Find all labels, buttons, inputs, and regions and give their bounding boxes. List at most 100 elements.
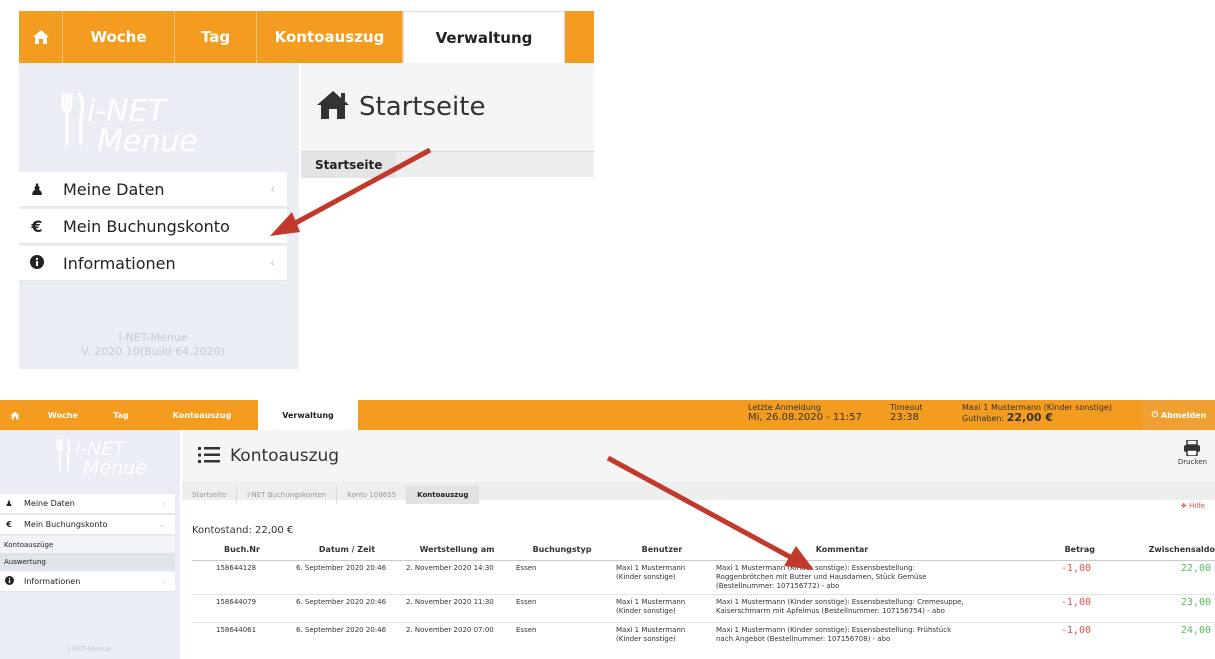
- page-title-text: Kontoauszug: [230, 446, 340, 466]
- cell-saldo: 24,00: [1095, 621, 1215, 650]
- breadcrumb-konto[interactable]: Konto 108655: [337, 486, 408, 504]
- timeout-value: 23:38: [890, 412, 919, 423]
- power-icon: ⏻: [1151, 410, 1159, 419]
- nav-tag[interactable]: Tag: [96, 400, 146, 430]
- sidebar-item-mein-buchungskonto[interactable]: € Mein Buchungskonto ⌄: [0, 515, 175, 535]
- nav-kontoauszug[interactable]: Kontoauszug: [146, 400, 258, 430]
- brand-logo: i-NET Menue: [87, 97, 198, 157]
- submenu-kontoauszuege[interactable]: Kontoauszüge: [0, 536, 175, 553]
- sidebar: i-NET Menue ♟ Meine Daten ‹ € Mein Buchu…: [19, 63, 299, 369]
- cell-nr: 158644061: [192, 621, 292, 650]
- cell-amount: -1,00: [972, 621, 1095, 650]
- submenu-auswertung[interactable]: Auswertung: [0, 553, 175, 570]
- sidebar-item-label: Informationen: [63, 253, 176, 273]
- column-header[interactable]: Buchungstyp: [512, 540, 612, 561]
- main-nav: Woche Tag Kontoauszug Verwaltung: [19, 11, 594, 63]
- cell-nr: 158644079: [192, 593, 292, 622]
- print-button[interactable]: Drucken: [1177, 439, 1207, 466]
- table-row[interactable]: 158644079 6. September 2020 20:46 2. Nov…: [192, 593, 1215, 622]
- cell-nr: 158644128: [192, 559, 292, 594]
- chevron-left-icon: ‹: [162, 577, 165, 586]
- logout-label: Abmelden: [1161, 410, 1207, 420]
- sidebar-item-informationen[interactable]: Informationen ‹: [19, 246, 287, 281]
- chevron-left-icon: ‹: [270, 182, 275, 196]
- cell-user: Maxi 1 Mustermann (Kinder sonstige): [612, 621, 712, 650]
- cell-type: Essen: [512, 621, 612, 650]
- table-header: Buch.Nr Datum / Zeit Wertstellung am Buc…: [192, 540, 1215, 561]
- version-name: i-NET-Menue: [118, 331, 188, 344]
- cell-value-date: 2. November 2020 11:30: [402, 593, 512, 622]
- breadcrumb-buchungskonten[interactable]: i-NET Buchungskonten: [237, 486, 338, 504]
- nav-verwaltung[interactable]: Verwaltung: [403, 11, 565, 63]
- last-login-value: Mi, 26.08.2020 - 11:57: [748, 412, 862, 423]
- print-label: Drucken: [1177, 458, 1207, 466]
- sidebar-item-label: Meine Daten: [24, 499, 75, 508]
- home-icon[interactable]: [0, 400, 30, 430]
- main-content: Kontoauszug Drucken Startseite i-NET Buch…: [182, 430, 1215, 659]
- chevron-down-icon: ⌄: [159, 520, 165, 529]
- column-header[interactable]: Wertstellung am: [402, 540, 512, 561]
- info-icon: [0, 576, 18, 587]
- cell-type: Essen: [512, 593, 612, 622]
- logout-button[interactable]: ⏻ Abmelden: [1143, 400, 1215, 430]
- cell-saldo: 22,00: [1095, 559, 1215, 594]
- column-header[interactable]: Zwischensaldo: [1095, 540, 1215, 561]
- cell-comment: Maxi 1 Mustermann (Kinder sonstige): Ess…: [712, 593, 972, 622]
- brand-line-1: i-NET: [87, 94, 166, 129]
- brand-logo: i-NET Menue: [75, 440, 147, 478]
- sidebar-item-label: Mein Buchungskonto: [24, 520, 108, 529]
- timeout: Timeout 23:38: [890, 403, 923, 423]
- nav-woche[interactable]: Woche: [63, 11, 175, 63]
- kontoauszug-screenshot: Woche Tag Kontoauszug Verwaltung Letzte …: [0, 400, 1215, 659]
- cell-saldo: 23,00: [1095, 593, 1215, 622]
- cell-comment: Maxi 1 Mustermann (Kinder sonstige): Ess…: [712, 559, 972, 594]
- cell-date: 6. September 2020 20:46: [292, 593, 402, 622]
- sidebar-item-label: Informationen: [24, 577, 81, 586]
- home-icon[interactable]: [19, 11, 63, 63]
- sidebar-item-meine-daten[interactable]: ♟ Meine Daten ‹: [19, 172, 287, 207]
- transactions-table: Buch.Nr Datum / Zeit Wertstellung am Buc…: [192, 540, 1215, 650]
- cell-amount: -1,00: [972, 559, 1095, 594]
- euro-icon: €: [31, 216, 43, 236]
- column-header[interactable]: Datum / Zeit: [292, 540, 402, 561]
- cell-comment: Maxi 1 Mustermann (Kinder sonstige): Ess…: [712, 621, 972, 650]
- cell-type: Essen: [512, 559, 612, 594]
- nav-kontoauszug[interactable]: Kontoauszug: [257, 11, 403, 63]
- cell-value-date: 2. November 2020 14:30: [402, 559, 512, 594]
- nav-woche[interactable]: Woche: [30, 400, 96, 430]
- page-title: Startseite: [301, 63, 594, 151]
- brand-line-2: Menue: [97, 124, 198, 159]
- sidebar-item-meine-daten[interactable]: ♟ Meine Daten ‹: [0, 494, 175, 514]
- version-number: V. 2020.10(Build 64.2020): [81, 345, 225, 358]
- printer-icon: [1184, 439, 1201, 457]
- sidebar-item-label: Meine Daten: [63, 179, 165, 199]
- table-row[interactable]: 158644128 6. September 2020 20:46 2. Nov…: [192, 559, 1215, 594]
- table-row[interactable]: 158644061 6. September 2020 20:46 2. Nov…: [192, 621, 1215, 650]
- sidebar: i-NET Menue ♟ Meine Daten ‹ € Mein Buchu…: [0, 430, 180, 659]
- cell-user: Maxi 1 Mustermann (Kinder sonstige): [612, 593, 712, 622]
- sidebar-item-label: Mein Buchungskonto: [63, 216, 230, 236]
- credit: Guthaben: 22,00 €: [962, 412, 1112, 424]
- chevron-left-icon: ‹: [270, 256, 275, 270]
- help-label: Hilfe: [1189, 502, 1205, 510]
- breadcrumb: Startseite i-NET Buchungskonten Konto 1086…: [182, 482, 1215, 504]
- version-name: i-NET-Menue: [67, 644, 112, 653]
- user-icon: ♟: [29, 179, 45, 199]
- nav-verwaltung[interactable]: Verwaltung: [258, 400, 358, 430]
- breadcrumb-kontoauszug: Kontoauszug: [407, 486, 480, 504]
- help-link[interactable]: ❖ Hilfe: [1181, 502, 1205, 510]
- cell-value-date: 2. November 2020 07:00: [402, 621, 512, 650]
- column-header[interactable]: Benutzer: [612, 540, 712, 561]
- breadcrumb-startseite[interactable]: Startseite: [182, 486, 238, 504]
- sidebar-item-informationen[interactable]: Informationen ‹: [0, 572, 175, 592]
- chevron-left-icon: ‹: [162, 499, 165, 508]
- breadcrumb-startseite[interactable]: Startseite: [301, 152, 397, 178]
- nav-tag[interactable]: Tag: [175, 11, 257, 63]
- info-icon: [19, 254, 55, 273]
- cell-user: Maxi 1 Mustermann (Kinder sonstige): [612, 559, 712, 594]
- sidebar-item-mein-buchungskonto[interactable]: € Mein Buchungskonto: [19, 209, 287, 244]
- cutlery-logo-icon: [61, 91, 85, 145]
- column-header[interactable]: Betrag: [972, 540, 1095, 561]
- column-header[interactable]: Kommentar: [712, 540, 972, 561]
- column-header[interactable]: Buch.Nr: [192, 540, 292, 561]
